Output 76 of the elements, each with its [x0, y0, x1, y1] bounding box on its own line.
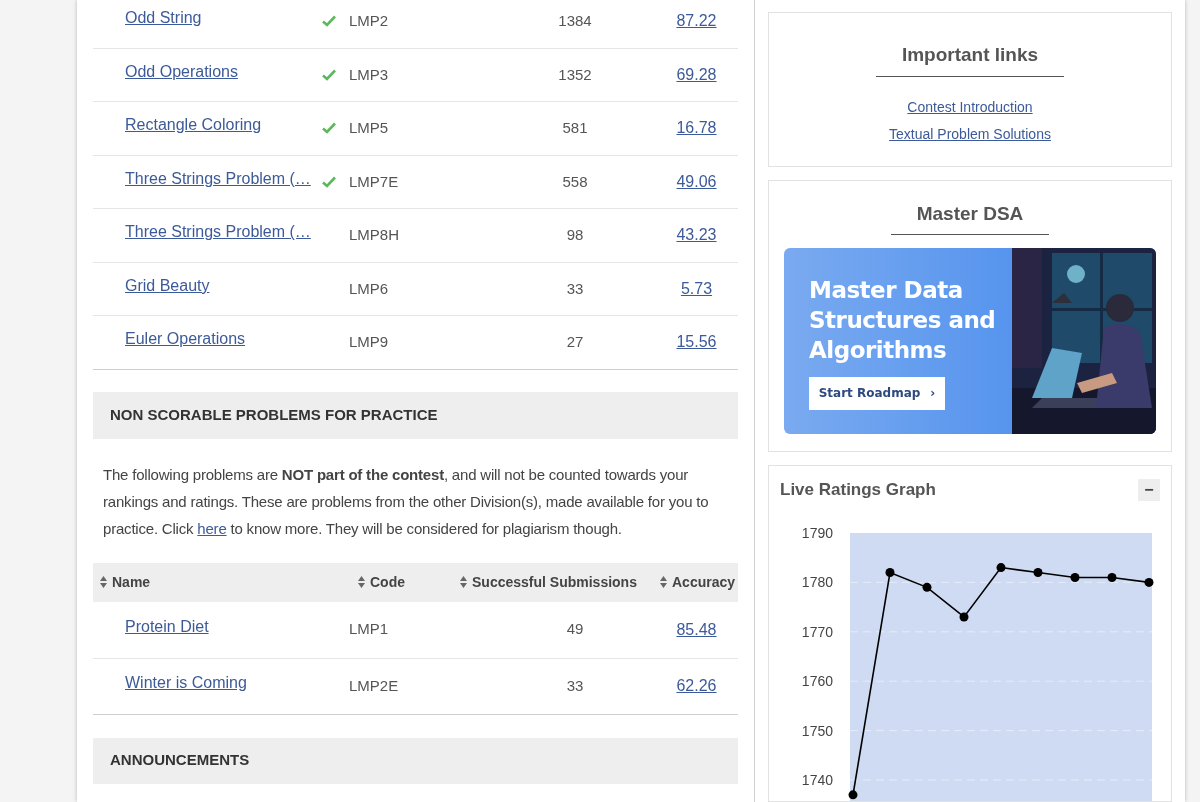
- accuracy-link[interactable]: 15.56: [676, 330, 717, 355]
- accuracy-link[interactable]: 85.48: [676, 617, 717, 642]
- section-header: NON SCORABLE PROBLEMS FOR PRACTICE: [93, 391, 738, 439]
- accuracy-link[interactable]: 43.23: [676, 223, 717, 248]
- accuracy-link[interactable]: 69.28: [676, 62, 717, 87]
- problem-code: LMP2E: [349, 675, 400, 696]
- sort-icon: [460, 576, 467, 588]
- submission-count: 49: [566, 619, 584, 640]
- column-header: Successful Submissions: [472, 572, 637, 592]
- accuracy-link[interactable]: 16.78: [676, 116, 717, 141]
- practice-description: The following problems are NOT part of the contest, and will not be counted towards your rankings and ratings. These are problems from the other Division(s), made available for you to practice. Click here to know more. They will be considered for plagiarism though.: [102, 464, 710, 539]
- problem-link[interactable]: Winter is Coming: [125, 674, 247, 691]
- submission-count: 558: [562, 171, 588, 192]
- card-title: Master DSA: [890, 200, 1050, 235]
- check-icon: [322, 14, 336, 27]
- card-title: Important links: [875, 41, 1065, 77]
- problem-link[interactable]: Grid Beauty: [125, 276, 210, 294]
- submission-count: 33: [566, 675, 584, 696]
- axis-tick-label: 1750: [801, 722, 833, 739]
- column-header: Name: [112, 572, 151, 592]
- column-header: Code: [370, 572, 405, 592]
- problem-link[interactable]: Odd String: [125, 8, 202, 26]
- check-icon: [322, 122, 336, 135]
- problem-code: LMP8H: [349, 225, 401, 245]
- problem-link[interactable]: Protein Diet: [125, 617, 209, 635]
- collapse-button[interactable]: −: [1138, 478, 1160, 501]
- data-point: [848, 789, 858, 799]
- data-point: [1070, 572, 1080, 582]
- start-roadmap-button[interactable]: Start Roadmap ›: [809, 376, 945, 410]
- sidebar-link[interactable]: Textual Problem Solutions: [889, 123, 1051, 145]
- course-banner[interactable]: Master Data Structures and Algorithms Start Roadmap ›: [784, 247, 1156, 434]
- axis-tick-label: 1780: [801, 573, 833, 590]
- submission-count: 1384: [558, 10, 592, 31]
- sort-icon: [358, 576, 365, 588]
- problem-link[interactable]: Euler Operations: [125, 330, 246, 348]
- problem-link[interactable]: Rectangle Coloring: [125, 116, 262, 134]
- column-header: Accuracy: [672, 572, 736, 592]
- submission-count: 581: [562, 118, 588, 138]
- accuracy-link[interactable]: 62.26: [676, 674, 717, 698]
- problem-link[interactable]: Three Strings Problem (…: [125, 169, 311, 187]
- problem-code: LMP3: [349, 64, 390, 85]
- problem-code: LMP2: [349, 10, 390, 31]
- check-icon: [322, 68, 336, 81]
- problem-code: LMP7E: [349, 171, 400, 192]
- axis-tick-label: 1770: [801, 623, 833, 640]
- axis-tick-label: 1790: [801, 524, 833, 541]
- sort-icon: [100, 576, 107, 588]
- data-point: [885, 567, 895, 577]
- problem-code: LMP1: [349, 619, 390, 640]
- submission-count: 27: [566, 332, 584, 352]
- axis-tick-label: 1740: [801, 771, 833, 788]
- problem-code: LMP9: [349, 332, 390, 352]
- data-point: [996, 562, 1006, 572]
- data-point: [959, 612, 969, 621]
- problem-code: LMP5: [349, 118, 390, 138]
- problem-link[interactable]: Odd Operations: [125, 62, 238, 80]
- card-title: Live Ratings Graph: [780, 479, 936, 501]
- submission-count: 1352: [558, 64, 592, 85]
- accuracy-link[interactable]: 49.06: [676, 169, 717, 194]
- check-icon: [322, 175, 336, 188]
- data-point: [922, 582, 932, 592]
- accuracy-link[interactable]: 5.73: [680, 276, 713, 301]
- sort-icon: [660, 576, 667, 588]
- data-point: [1144, 577, 1154, 587]
- section-header: ANNOUNCEMENTS: [93, 737, 738, 784]
- submission-count: 98: [566, 225, 584, 245]
- axis-tick-label: 1760: [801, 672, 833, 689]
- problem-link[interactable]: Three Strings Problem (…: [125, 223, 311, 241]
- banner-headline: Master Data Structures and Algorithms: [809, 275, 997, 365]
- here-link[interactable]: here: [197, 519, 227, 537]
- problem-code: LMP6: [349, 278, 390, 299]
- data-point: [1107, 572, 1117, 582]
- sidebar-link[interactable]: Contest Introduction: [907, 96, 1033, 118]
- submission-count: 33: [566, 278, 584, 299]
- data-point: [1033, 567, 1043, 577]
- accuracy-link[interactable]: 87.22: [676, 8, 717, 33]
